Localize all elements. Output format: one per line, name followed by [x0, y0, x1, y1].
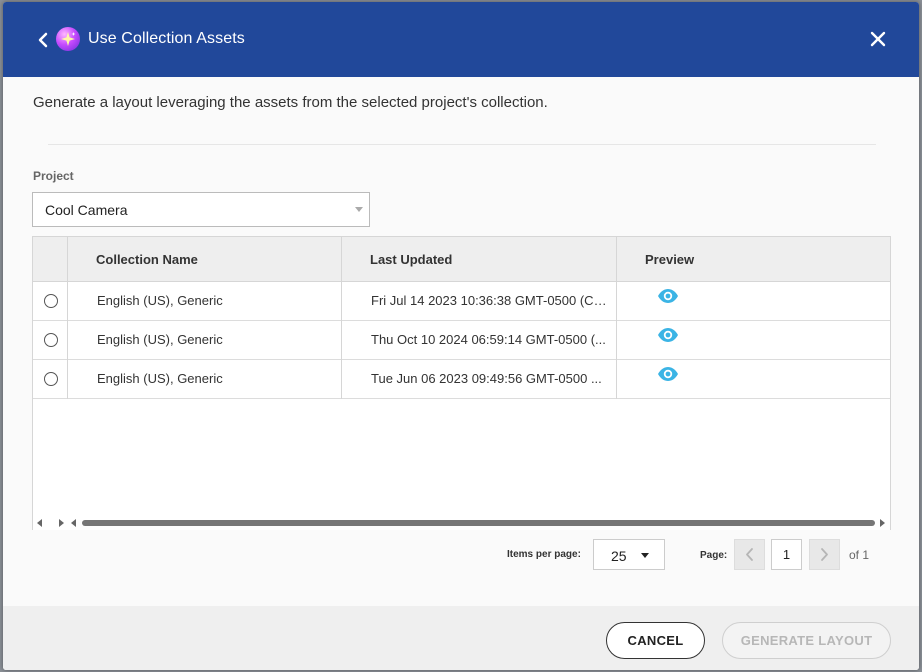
cancel-button[interactable]: CANCEL [606, 622, 705, 659]
column-header-last-updated[interactable]: Last Updated [370, 252, 452, 267]
chevron-right-icon [821, 548, 828, 561]
last-updated-cell: Thu Oct 10 2024 06:59:14 GMT-0500 (... [371, 332, 606, 347]
last-updated-cell: Fri Jul 14 2023 10:36:38 GMT-0500 (Ce... [371, 293, 611, 308]
scroll-right-icon[interactable] [59, 519, 64, 527]
dialog-title: Use Collection Assets [88, 30, 245, 47]
dialog-description: Generate a layout leveraging the assets … [33, 94, 548, 111]
close-icon[interactable] [869, 30, 887, 48]
dialog-header: Use Collection Assets [3, 2, 919, 77]
collection-name-cell: English (US), Generic [97, 371, 223, 386]
last-updated-cell: Tue Jun 06 2023 09:49:56 GMT-0500 ... [371, 371, 602, 386]
scroll-left-icon[interactable] [37, 519, 42, 527]
dialog-body: Generate a layout leveraging the assets … [3, 77, 919, 606]
collection-name-cell: English (US), Generic [97, 332, 223, 347]
row-select-radio[interactable] [44, 294, 58, 308]
row-select-radio[interactable] [44, 333, 58, 347]
eye-icon[interactable] [657, 327, 679, 343]
column-divider [616, 237, 617, 399]
scroll-left-icon[interactable] [71, 519, 76, 527]
chevron-left-icon[interactable] [35, 29, 51, 51]
previous-page-button[interactable] [734, 539, 765, 570]
chevron-left-icon [746, 548, 753, 561]
grid-header: Collection Name Last Updated Preview [33, 237, 890, 282]
collection-name-cell: English (US), Generic [97, 293, 223, 308]
caret-down-icon [641, 553, 649, 558]
page-label: Page: [700, 550, 728, 561]
table-row[interactable]: English (US), Generic Thu Oct 10 2024 06… [33, 321, 890, 360]
scrollbar-thumb[interactable] [82, 520, 875, 526]
collections-grid: Collection Name Last Updated Preview Eng… [32, 236, 891, 530]
caret-down-icon [355, 207, 363, 212]
total-pages-text: of 1 [849, 548, 870, 562]
project-label: Project [33, 169, 74, 183]
column-header-collection-name[interactable]: Collection Name [96, 252, 198, 267]
items-per-page-select[interactable]: 25 [593, 539, 665, 570]
column-divider [341, 237, 342, 399]
dialog-footer: CANCEL GENERATE LAYOUT [3, 606, 919, 670]
table-row[interactable]: English (US), Generic Tue Jun 06 2023 09… [33, 360, 890, 399]
items-per-page-label: Items per page: [507, 549, 581, 560]
items-per-page-value: 25 [611, 548, 627, 564]
sparkle-logo-icon [56, 27, 80, 51]
column-header-preview[interactable]: Preview [645, 252, 694, 267]
eye-icon[interactable] [657, 288, 679, 304]
project-select[interactable]: Cool Camera [32, 192, 370, 227]
eye-icon[interactable] [657, 366, 679, 382]
column-divider [67, 237, 68, 399]
next-page-button[interactable] [809, 539, 840, 570]
page-number-input[interactable]: 1 [771, 539, 802, 570]
horizontal-scrollbar[interactable] [33, 516, 890, 530]
divider [48, 144, 876, 145]
generate-layout-button[interactable]: GENERATE LAYOUT [722, 622, 891, 659]
project-select-value: Cool Camera [45, 202, 128, 218]
scroll-right-icon[interactable] [880, 519, 885, 527]
table-row[interactable]: English (US), Generic Fri Jul 14 2023 10… [33, 282, 890, 321]
use-collection-assets-dialog: Use Collection Assets Generate a layout … [3, 2, 919, 670]
row-select-radio[interactable] [44, 372, 58, 386]
